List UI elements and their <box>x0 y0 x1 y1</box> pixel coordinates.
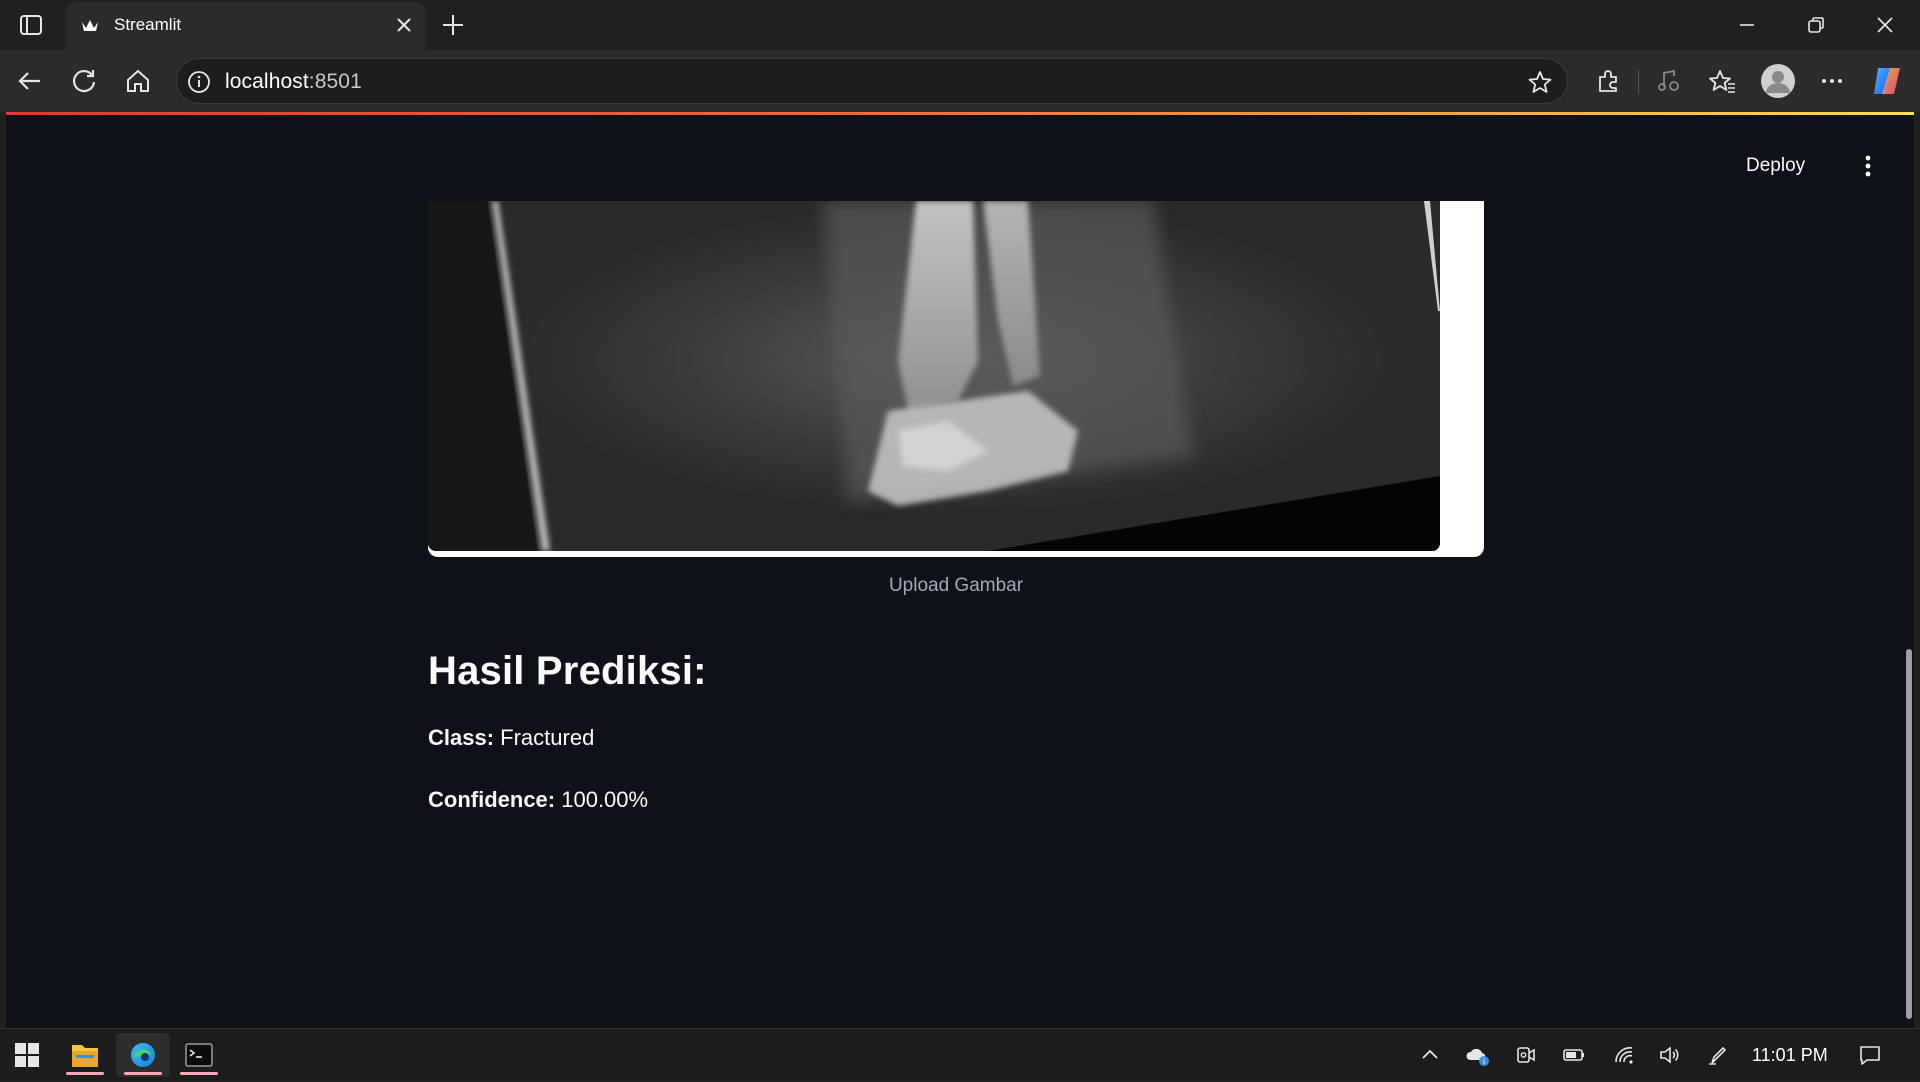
toolbar-divider <box>1638 70 1639 94</box>
tab-title: Streamlit <box>114 15 182 34</box>
close-window-icon[interactable] <box>1872 12 1898 38</box>
file-explorer-icon[interactable] <box>58 1033 112 1077</box>
svg-text:i: i <box>1483 1057 1485 1066</box>
camera-icon[interactable] <box>1514 1043 1538 1067</box>
windows-start-icon[interactable] <box>0 1033 54 1077</box>
address-bar[interactable]: localhost:8501 <box>176 58 1568 104</box>
home-icon[interactable] <box>124 67 152 95</box>
running-indicator <box>180 1072 218 1075</box>
streamlit-page: Deploy Upload Gambar Hasil Prediksi: Cla… <box>6 115 1914 1028</box>
browser-toolbar: localhost:8501 <box>0 50 1920 112</box>
class-result: Class: Fractured <box>428 725 594 751</box>
tab-actions-icon[interactable] <box>14 12 48 38</box>
extensions-icon[interactable] <box>1594 67 1622 95</box>
url-host: localhost <box>225 70 309 93</box>
confidence-result: Confidence: 100.00% <box>428 787 648 813</box>
running-indicator <box>66 1072 104 1075</box>
battery-icon[interactable] <box>1562 1043 1586 1067</box>
streamlit-crown-icon <box>80 16 100 36</box>
profile-icon[interactable] <box>1760 63 1796 99</box>
pen-icon[interactable] <box>1706 1043 1730 1067</box>
media-icon[interactable] <box>1654 67 1682 95</box>
favorites-icon[interactable] <box>1708 67 1736 95</box>
wifi-icon[interactable] <box>1612 1043 1636 1067</box>
windows-taskbar: i 11:01 PM <box>0 1028 1920 1080</box>
xray-image <box>428 201 1440 551</box>
class-label: Class: <box>428 725 495 750</box>
terminal-icon[interactable] <box>172 1033 226 1077</box>
star-icon[interactable] <box>1527 69 1553 95</box>
minimize-icon[interactable] <box>1734 12 1760 38</box>
plus-icon[interactable] <box>440 12 466 38</box>
image-caption: Upload Gambar <box>888 575 1024 596</box>
close-icon[interactable] <box>394 15 414 35</box>
taskbar-clock[interactable]: 11:01 PM <box>1752 1045 1828 1066</box>
confidence-label: Confidence: <box>428 787 556 812</box>
chevron-up-icon[interactable] <box>1418 1043 1442 1067</box>
more-icon[interactable] <box>1818 67 1846 95</box>
volume-icon[interactable] <box>1658 1043 1682 1067</box>
refresh-icon[interactable] <box>70 67 98 95</box>
confidence-value: 100.00% <box>555 787 649 812</box>
active-indicator <box>124 1072 162 1075</box>
kebab-icon[interactable] <box>1856 153 1880 179</box>
browser-titlebar: Streamlit <box>0 0 1920 50</box>
notification-icon[interactable] <box>1858 1043 1882 1067</box>
back-icon[interactable] <box>16 67 44 95</box>
copilot-icon[interactable] <box>1870 64 1904 98</box>
uploaded-image <box>428 201 1484 557</box>
deploy-button[interactable]: Deploy <box>1746 155 1805 177</box>
scrollbar-thumb[interactable] <box>1906 649 1912 1019</box>
result-heading: Hasil Prediksi: <box>428 649 707 693</box>
url-text[interactable]: localhost:8501 <box>225 70 362 94</box>
browser-tab[interactable]: Streamlit <box>66 2 426 50</box>
onedrive-icon[interactable]: i <box>1466 1043 1490 1067</box>
info-icon[interactable] <box>187 70 211 94</box>
edge-icon[interactable] <box>116 1033 170 1077</box>
url-port: :8501 <box>308 70 362 93</box>
restore-icon[interactable] <box>1803 12 1829 38</box>
class-value: Fractured <box>494 725 595 750</box>
